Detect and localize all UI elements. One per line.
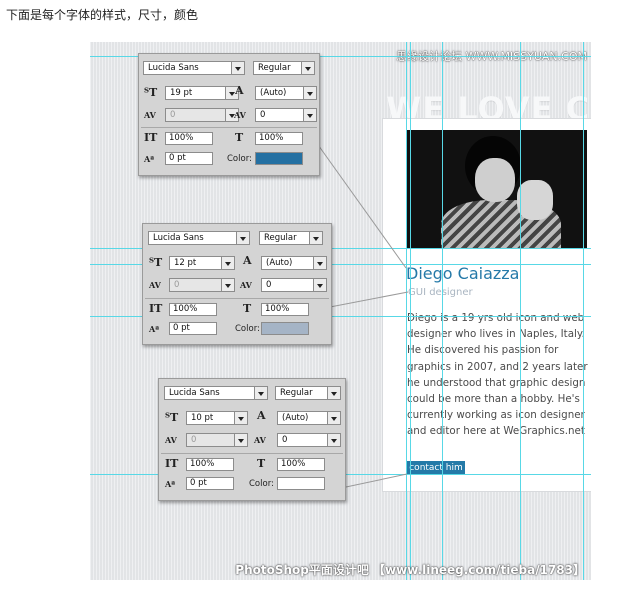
color-label: Color: [227, 154, 252, 164]
design-canvas: 思缘设计论坛 WWW.MISSYUAN.COM WE LOVE CR Diego… [90, 42, 591, 580]
leading-select[interactable]: (Auto) [261, 256, 327, 270]
font-family-select[interactable]: Lucida Sans [143, 61, 245, 75]
baseline-shift-field[interactable]: 0 pt [169, 322, 217, 335]
horizontal-scale-field[interactable]: 100% [261, 303, 309, 316]
font-size-select[interactable]: 12 pt [169, 256, 235, 270]
horizontal-scale-icon: T [235, 131, 244, 144]
horizontal-scale-icon: T [243, 302, 252, 315]
font-style-select[interactable]: Regular [275, 386, 341, 400]
tracking-icon: AV [240, 280, 252, 290]
page-caption: 下面是每个字体的样式，尺寸，颜色 [6, 8, 199, 22]
baseline-shift-icon: Aª [149, 324, 160, 334]
character-panel-bio: Lucida Sans Regular ᵀT 10 pt A (Auto) AV… [158, 378, 346, 501]
character-panel-name: Lucida Sans Regular ᵀT 19 pt A (Auto) AV… [138, 53, 320, 176]
font-family-select[interactable]: Lucida Sans [148, 231, 250, 245]
kerning-select[interactable]: 0 [186, 433, 248, 447]
tracking-icon: AV [234, 110, 246, 120]
tracking-select[interactable]: 0 [277, 433, 341, 447]
vertical-scale-icon: IT [165, 457, 179, 470]
kerning-icon: AV [144, 110, 156, 120]
tracking-select[interactable]: 0 [255, 108, 317, 122]
color-swatch[interactable] [255, 152, 303, 165]
baseline-shift-field[interactable]: 0 pt [165, 152, 213, 165]
font-style-select[interactable]: Regular [259, 231, 323, 245]
horizontal-scale-icon: T [257, 457, 266, 470]
font-size-icon: ᵀT [149, 256, 163, 269]
kerning-icon: AV [165, 435, 177, 445]
kerning-select[interactable]: 0 [169, 278, 235, 292]
horizontal-scale-field[interactable]: 100% [255, 132, 303, 145]
baseline-shift-icon: Aª [144, 154, 155, 164]
kerning-select[interactable]: 0 [165, 108, 239, 122]
baseline-shift-field[interactable]: 0 pt [186, 477, 234, 490]
font-family-select[interactable]: Lucida Sans [164, 386, 268, 400]
tracking-select[interactable]: 0 [261, 278, 327, 292]
vertical-scale-icon: IT [149, 302, 163, 315]
font-size-select[interactable]: 19 pt [165, 86, 239, 100]
color-label: Color: [235, 324, 260, 334]
leading-icon: A [235, 84, 244, 97]
character-panel-role: Lucida Sans Regular ᵀT 12 pt A (Auto) AV… [142, 223, 332, 345]
horizontal-scale-field[interactable]: 100% [277, 458, 325, 471]
vertical-scale-icon: IT [144, 131, 158, 144]
font-size-select[interactable]: 10 pt [186, 411, 248, 425]
vertical-scale-field[interactable]: 100% [169, 303, 217, 316]
font-size-icon: ᵀT [144, 86, 158, 99]
leading-icon: A [257, 409, 266, 422]
kerning-icon: AV [149, 280, 161, 290]
tracking-icon: AV [254, 435, 266, 445]
leading-select[interactable]: (Auto) [277, 411, 341, 425]
leading-select[interactable]: (Auto) [255, 86, 317, 100]
watermark-bottom: PhotoShop平面设计吧 【www.lineeg.com/tieba/178… [235, 563, 585, 577]
color-label: Color: [249, 479, 274, 489]
vertical-scale-field[interactable]: 100% [165, 132, 213, 145]
font-size-icon: ᵀT [165, 411, 179, 424]
vertical-scale-field[interactable]: 100% [186, 458, 234, 471]
leading-icon: A [243, 254, 252, 267]
color-swatch[interactable] [261, 322, 309, 335]
font-style-select[interactable]: Regular [253, 61, 315, 75]
baseline-shift-icon: Aª [165, 479, 176, 489]
color-swatch[interactable] [277, 477, 325, 490]
